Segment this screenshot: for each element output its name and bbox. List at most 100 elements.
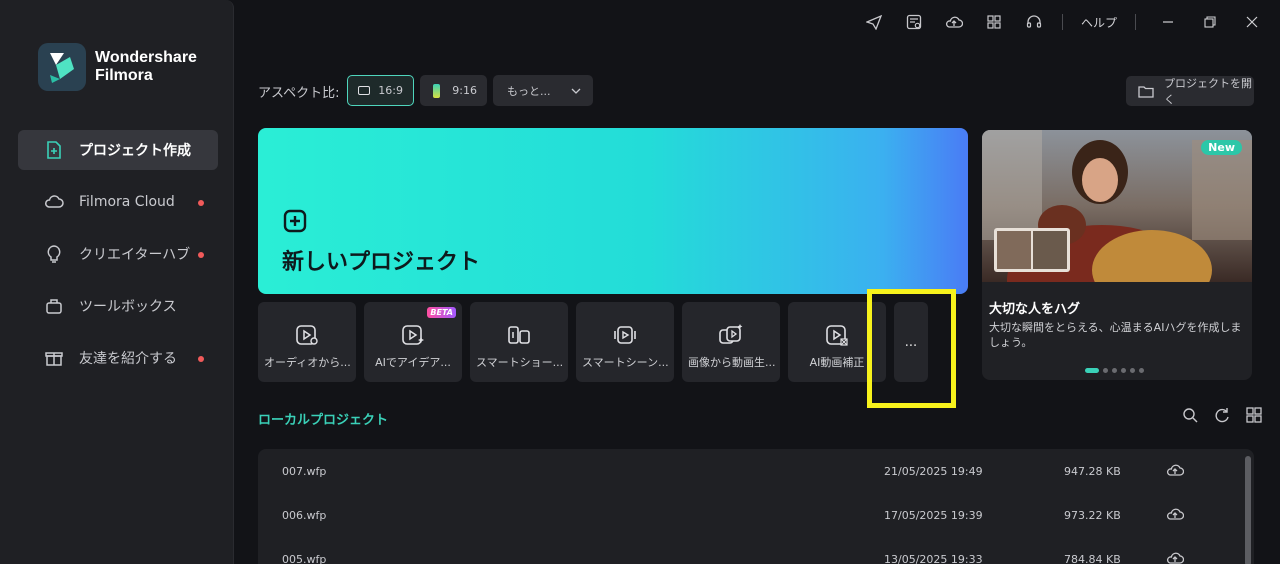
promo-description: 大切な瞬間をとらえる、心温まるAIハグを作成しましょう。 <box>989 321 1242 349</box>
sidebar-item-toolbox[interactable]: ツールボックス <box>18 286 218 326</box>
aspect-more-dropdown[interactable]: もっと... <box>493 75 593 106</box>
carousel-dot[interactable] <box>1139 368 1144 373</box>
sidebar-item-label: 友達を紹介する <box>79 351 177 367</box>
project-name: 006.wfp <box>282 509 327 522</box>
add-icon <box>283 209 307 237</box>
close-icon[interactable] <box>1242 12 1262 32</box>
app-logo: Wondershare Filmora <box>38 43 197 91</box>
sidebar-nav: プロジェクト作成 Filmora Cloud クリエイターハブ ツールボックス … <box>18 130 218 390</box>
tool-smart-short-clip[interactable]: スマートショー... <box>470 302 568 382</box>
sidebar: Wondershare Filmora プロジェクト作成 Filmora Clo… <box>0 0 234 564</box>
image-to-video-icon <box>718 322 744 348</box>
project-row[interactable]: 006.wfp 17/05/2025 19:39 973.22 KB <box>258 493 1254 537</box>
project-date: 13/05/2025 19:33 <box>884 553 983 564</box>
cloud-upload-icon[interactable] <box>944 12 964 32</box>
sidebar-item-label: Filmora Cloud <box>79 194 175 210</box>
lightbulb-icon <box>44 244 64 264</box>
carousel-dot-active[interactable] <box>1085 368 1099 373</box>
app-name-line2: Filmora <box>95 67 153 84</box>
tool-label: 画像から動画生... <box>688 356 776 369</box>
grid-view-icon[interactable] <box>1246 407 1264 425</box>
carousel-dot[interactable] <box>1112 368 1117 373</box>
ai-video-enhance-icon <box>824 322 850 348</box>
portrait-icon <box>433 83 441 98</box>
sidebar-item-creator-hub[interactable]: クリエイターハブ <box>18 234 218 274</box>
restore-icon[interactable] <box>1200 12 1220 32</box>
highlight-box <box>867 289 956 408</box>
project-date: 21/05/2025 19:49 <box>884 465 983 478</box>
app-name-line1: Wondershare <box>95 49 197 66</box>
divider <box>1135 14 1136 30</box>
carousel-dot[interactable] <box>1130 368 1135 373</box>
sidebar-item-create-project[interactable]: プロジェクト作成 <box>18 130 218 170</box>
new-badge: New <box>1201 140 1242 155</box>
local-projects-toolbar <box>1168 407 1264 425</box>
audio-to-video-icon <box>294 322 320 348</box>
toolbox-icon <box>44 296 64 316</box>
tool-label: AIでアイデア... <box>375 356 451 369</box>
project-row[interactable]: 007.wfp 21/05/2025 19:49 947.28 KB <box>258 449 1254 493</box>
chevron-down-icon <box>571 88 581 94</box>
help-menu[interactable]: ヘルプ <box>1081 14 1117 31</box>
filmora-logo-icon <box>38 43 86 91</box>
notification-dot <box>198 200 204 206</box>
project-size: 947.28 KB <box>1064 465 1121 478</box>
smart-scene-cut-icon <box>612 322 638 348</box>
minimize-icon[interactable] <box>1158 12 1178 32</box>
headset-icon[interactable] <box>1024 12 1044 32</box>
project-name: 007.wfp <box>282 465 327 478</box>
cloud-icon <box>44 192 64 212</box>
open-project-button[interactable]: プロジェクトを開く <box>1126 76 1254 106</box>
sidebar-item-label: クリエイターハブ <box>79 247 191 263</box>
landscape-icon <box>358 86 371 95</box>
carousel-dot[interactable] <box>1103 368 1108 373</box>
scrollbar[interactable] <box>1245 456 1251 564</box>
cloud-upload-icon[interactable] <box>1166 506 1185 524</box>
carousel-dot[interactable] <box>1121 368 1126 373</box>
grid-apps-icon[interactable] <box>984 12 1004 32</box>
ai-idea-video-icon <box>400 322 426 348</box>
cloud-upload-icon[interactable] <box>1166 462 1185 480</box>
task-list-icon[interactable] <box>904 12 924 32</box>
project-date: 17/05/2025 19:39 <box>884 509 983 522</box>
sidebar-item-refer-friend[interactable]: 友達を紹介する <box>18 338 218 378</box>
new-project-icon <box>44 140 64 160</box>
beta-badge: BETA <box>427 307 456 318</box>
divider <box>1061 14 1063 30</box>
aspect-9-16-button[interactable]: 9:16 <box>420 75 487 106</box>
aspect-option-label: 16:9 <box>378 84 403 97</box>
promo-card[interactable]: New 大切な人をハグ 大切な瞬間をとらえる、心温まるAIハグを作成しましょう。 <box>982 130 1252 380</box>
notification-dot <box>198 356 204 362</box>
project-row[interactable]: 005.wfp 13/05/2025 19:33 784.84 KB <box>258 537 1254 564</box>
notification-dot <box>198 252 204 258</box>
aspect-option-label: 9:16 <box>452 84 477 97</box>
refresh-icon[interactable] <box>1214 407 1232 425</box>
local-projects-title: ローカルプロジェクト <box>258 413 389 428</box>
tool-label: スマートショー... <box>476 356 564 369</box>
project-size: 784.84 KB <box>1064 553 1121 564</box>
tool-label: スマートシーン... <box>582 356 669 369</box>
carousel-dots <box>1085 368 1148 373</box>
filmora-start-window: Wondershare Filmora プロジェクト作成 Filmora Clo… <box>0 0 1280 564</box>
tool-audio-to-video[interactable]: オーディオから... <box>258 302 356 382</box>
sidebar-item-label: プロジェクト作成 <box>79 143 191 159</box>
promo-title: 大切な人をハグ <box>989 302 1081 317</box>
aspect-ratio-label: アスペクト比: <box>258 86 340 101</box>
sidebar-item-filmora-cloud[interactable]: Filmora Cloud <box>18 182 218 222</box>
new-project-card[interactable]: 新しいプロジェクト <box>258 128 968 294</box>
search-icon[interactable] <box>1182 407 1200 425</box>
title-bar: ヘルプ <box>844 10 1262 34</box>
aspect-16-9-button[interactable]: 16:9 <box>347 75 414 106</box>
send-icon[interactable] <box>864 12 884 32</box>
gift-icon <box>44 348 64 368</box>
tool-smart-scene-cut[interactable]: スマートシーン... <box>576 302 674 382</box>
tool-ai-idea-to-video[interactable]: BETA AIでアイデア... <box>364 302 462 382</box>
new-project-title: 新しいプロジェクト <box>282 250 481 275</box>
cloud-upload-icon[interactable] <box>1166 550 1185 564</box>
tool-label: オーディオから... <box>264 356 351 369</box>
project-size: 973.22 KB <box>1064 509 1121 522</box>
open-project-label: プロジェクトを開く <box>1164 77 1252 106</box>
tool-image-to-video[interactable]: 画像から動画生... <box>682 302 780 382</box>
project-name: 005.wfp <box>282 553 327 564</box>
local-project-list: 007.wfp 21/05/2025 19:49 947.28 KB 006.w… <box>258 449 1254 564</box>
